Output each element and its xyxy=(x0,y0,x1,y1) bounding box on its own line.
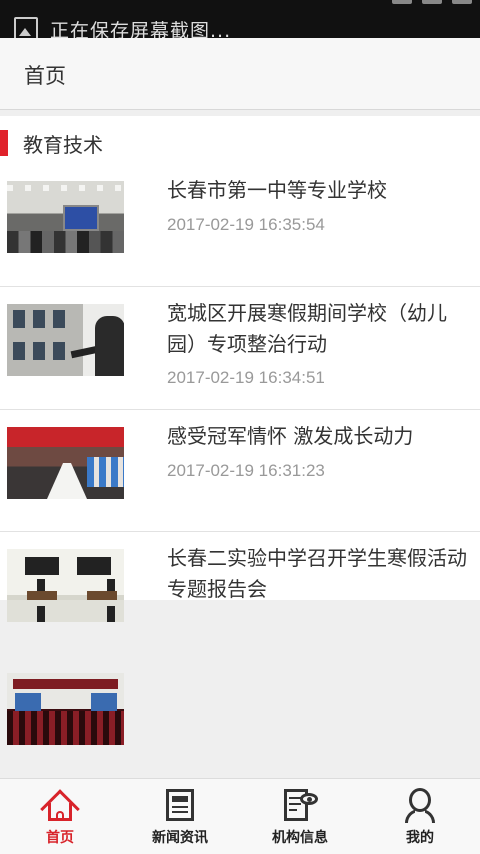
news-thumbnail xyxy=(7,673,124,745)
news-thumbnail xyxy=(7,549,124,600)
section-header: 教育技术 xyxy=(0,128,103,158)
nav-label: 首页 xyxy=(46,830,74,846)
nav-label: 机构信息 xyxy=(272,830,328,846)
news-date: 2017-02-19 16:31:23 xyxy=(167,461,325,480)
nav-item-home[interactable]: 首页 xyxy=(0,779,120,854)
news-title: 宽城区开展寒假期间学校（幼儿园）专项整治行动 xyxy=(167,301,447,356)
nav-item-institutions[interactable]: 机构信息 xyxy=(240,779,360,854)
app-header: 首页 xyxy=(0,38,480,110)
news-date: 2017-02-19 16:34:51 xyxy=(167,368,325,387)
notification-text: 正在保存屏幕截图... xyxy=(50,19,232,39)
news-thumbnail xyxy=(7,600,124,622)
document-eye-icon xyxy=(282,787,318,823)
header-divider xyxy=(0,110,480,116)
nav-item-profile[interactable]: 我的 xyxy=(360,779,480,854)
section-accent-bar xyxy=(0,130,8,156)
news-title: 长春二实验中学召开学生寒假活动专题报告会 xyxy=(167,546,467,600)
status-icons xyxy=(392,0,472,8)
news-list-item[interactable]: 长春二实验中学召开学生寒假活动专题报告会 xyxy=(0,532,480,600)
news-date: 2017-02-19 16:35:54 xyxy=(167,215,325,234)
section-title: 教育技术 xyxy=(23,132,103,157)
page-title: 首页 xyxy=(24,64,66,88)
status-bar: 正在保存屏幕截图... xyxy=(0,0,480,38)
user-icon xyxy=(402,787,438,823)
news-list-item[interactable]: 感受冠军情怀 激发成长动力 2017-02-19 16:31:23 xyxy=(0,410,480,530)
nav-label: 新闻资讯 xyxy=(152,830,208,846)
loading-overlay-area xyxy=(0,600,480,778)
newspaper-icon xyxy=(162,787,198,823)
news-title: 感受冠军情怀 激发成长动力 xyxy=(167,424,414,448)
nav-label: 我的 xyxy=(406,830,434,846)
screenshot-notification: 正在保存屏幕截图... xyxy=(14,14,231,38)
nav-item-news[interactable]: 新闻资讯 xyxy=(120,779,240,854)
news-thumbnail xyxy=(7,304,124,376)
news-thumbnail xyxy=(7,181,124,253)
home-icon xyxy=(40,787,80,829)
news-thumbnail xyxy=(7,427,124,499)
bottom-navigation: 首页 新闻资讯 机构信息 我的 xyxy=(0,778,480,854)
news-title: 长春市第一中等专业学校 xyxy=(167,178,387,202)
image-icon xyxy=(14,17,38,38)
news-list-item[interactable]: 长春市第一中等专业学校 2017-02-19 16:35:54 xyxy=(0,164,480,286)
news-list-item[interactable]: 宽城区开展寒假期间学校（幼儿园）专项整治行动 2017-02-19 16:34:… xyxy=(0,287,480,409)
